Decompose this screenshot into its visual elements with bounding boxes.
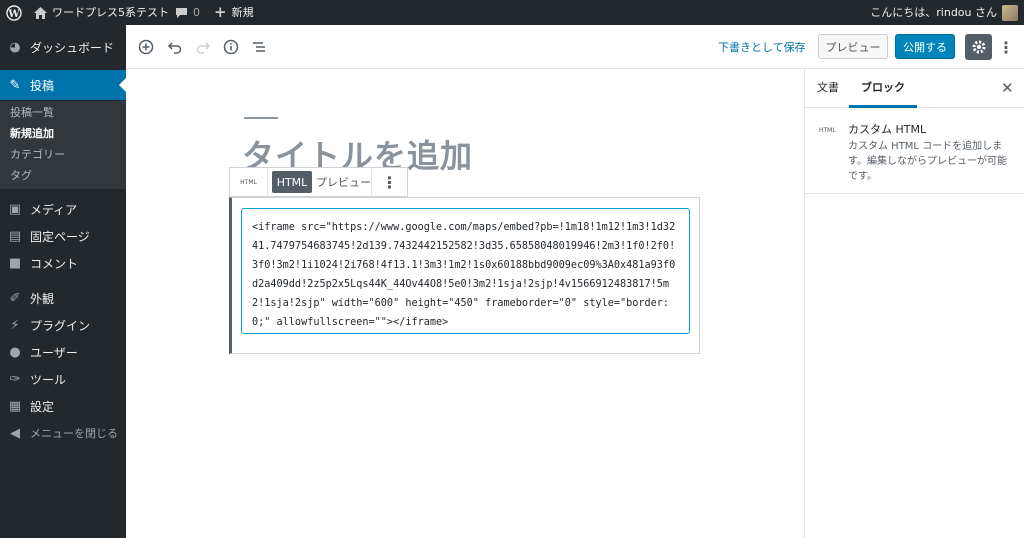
menu-posts[interactable]: ✎ 投稿 [0, 70, 126, 100]
menu-posts-label: 投稿 [30, 78, 55, 93]
block-more-options-button[interactable]: ⋮ [372, 168, 407, 196]
menu-dashboard-label: ダッシュボード [30, 40, 115, 55]
redo-button[interactable] [192, 36, 214, 58]
undo-icon [167, 42, 182, 54]
vertical-ellipsis-icon: ⋮ [381, 172, 398, 192]
my-account-link[interactable]: こんにちは、rindou さん [870, 0, 1018, 25]
plugin-icon: ⚡ [10, 317, 20, 333]
menu-dashboard[interactable]: ◕ ダッシュボード [0, 34, 126, 60]
menu-comments-label: コメント [30, 256, 79, 271]
media-icon: ▣ [8, 201, 22, 217]
block-type-html-icon[interactable]: HTML [230, 168, 268, 196]
publish-button[interactable]: 公開する [895, 34, 955, 59]
home-icon [34, 6, 47, 19]
settings-tabs: 文書 ブロック ✕ [805, 69, 1024, 108]
comment-bubble-icon [176, 7, 187, 18]
pushpin-icon: ✎ [9, 77, 21, 93]
collapse-arrow-icon: ◀ [10, 425, 20, 441]
html-code-textarea[interactable]: <iframe src="https://www.google.com/maps… [241, 208, 690, 334]
content-info-button[interactable] [220, 36, 242, 58]
menu-pages-label: 固定ページ [30, 229, 90, 244]
block-card: HTML カスタム HTML カスタム HTML コードを追加します。編集しなが… [805, 108, 1024, 194]
site-name-link[interactable]: ワードプレス5系テスト [34, 0, 169, 25]
comment-count: 0 [193, 6, 200, 19]
menu-settings[interactable]: ▦ 設定 [0, 393, 126, 419]
preview-button[interactable]: プレビュー [818, 34, 888, 59]
add-block-plus-circle-icon [138, 39, 154, 55]
admin-bar: W ワードプレス5系テスト 0 + 新規 こんにちは、rindou さん [0, 0, 1024, 25]
editor-header: 下書きとして保存 プレビュー 公開する ⋮ [126, 25, 1024, 69]
tab-block[interactable]: ブロック [849, 69, 917, 108]
menu-appearance-label: 外観 [30, 291, 55, 306]
wrench-icon: ✑ [9, 371, 21, 387]
comments-icon: ■ [8, 255, 22, 271]
menu-media-label: メディア [30, 202, 78, 217]
new-content-link[interactable]: + 新規 [214, 0, 254, 25]
collapse-menu-button[interactable]: ◀ メニューを閉じる [0, 420, 126, 446]
vertical-ellipsis-icon: ⋮ [998, 37, 1014, 57]
info-icon [223, 39, 239, 55]
collapse-menu-label: メニューを閉じる [30, 427, 118, 440]
more-menu-button[interactable]: ⋮ [998, 34, 1014, 60]
tab-document[interactable]: 文書 [817, 69, 839, 108]
undo-button[interactable] [164, 36, 186, 58]
add-block-button[interactable] [135, 36, 157, 58]
paintbrush-icon: ✐ [9, 290, 21, 306]
user-icon: ● [9, 344, 21, 360]
menu-tools[interactable]: ✑ ツール [0, 366, 126, 392]
html-block-icon: HTML [819, 127, 836, 134]
avatar [1002, 4, 1018, 21]
submenu-tags[interactable]: タグ [10, 166, 32, 186]
block-card-description: カスタム HTML コードを追加します。編集しながらプレビューが可能です。 [848, 141, 1007, 182]
menu-tools-label: ツール [30, 372, 67, 387]
menu-users-label: ユーザー [30, 345, 78, 360]
menu-pages[interactable]: ▤ 固定ページ [0, 223, 126, 249]
submenu-categories[interactable]: カテゴリー [10, 145, 65, 165]
menu-settings-label: 設定 [30, 399, 55, 414]
posts-submenu: 投稿一覧 新規追加 カテゴリー タグ [0, 101, 126, 189]
submenu-all-posts[interactable]: 投稿一覧 [10, 103, 54, 123]
site-name: ワードプレス5系テスト [52, 6, 169, 19]
gear-icon [972, 40, 985, 54]
menu-media[interactable]: ▣ メディア [0, 196, 126, 222]
menu-users[interactable]: ● ユーザー [0, 339, 126, 365]
save-draft-button[interactable]: 下書きとして保存 [718, 39, 806, 55]
block-toolbar: HTML HTML プレビュー ⋮ [229, 167, 408, 197]
greeting-text: こんにちは、rindou さん [870, 6, 997, 19]
redo-icon [196, 42, 211, 54]
editor-canvas: タイトルを追加 HTML HTML プレビュー ⋮ <iframe src="h… [126, 69, 804, 538]
dashboard-gauge-icon: ◕ [9, 39, 21, 55]
menu-plugins-label: プラグイン [30, 318, 91, 333]
pages-icon: ▤ [8, 228, 22, 244]
settings-toggle-button[interactable] [965, 34, 992, 60]
new-label: 新規 [231, 6, 254, 19]
title-divider [244, 117, 278, 119]
menu-appearance[interactable]: ✐ 外観 [0, 285, 126, 311]
admin-sidebar: ◕ ダッシュボード ✎ 投稿 投稿一覧 新規追加 カテゴリー タグ ▣ メディア… [0, 25, 126, 538]
settings-sidebar: 文書 ブロック ✕ HTML カスタム HTML カスタム HTML コードを追… [804, 69, 1024, 538]
html-tab-button[interactable]: HTML [272, 171, 312, 193]
menu-plugins[interactable]: ⚡ プラグイン [0, 312, 126, 338]
menu-comments[interactable]: ■ コメント [0, 250, 126, 276]
preview-tab-button[interactable]: プレビュー [316, 168, 372, 196]
settings-sliders-icon: ▦ [8, 398, 22, 414]
plus-icon: + [214, 3, 227, 21]
block-card-title: カスタム HTML [848, 123, 927, 136]
close-icon[interactable]: ✕ [1001, 79, 1014, 97]
list-outline-icon [253, 42, 265, 52]
submenu-add-new[interactable]: 新規追加 [10, 124, 54, 144]
comments-link[interactable]: 0 [175, 0, 200, 25]
block-navigation-button[interactable] [248, 36, 270, 58]
svg-text:W: W [7, 9, 20, 20]
wordpress-logo-icon[interactable]: W [6, 0, 22, 25]
